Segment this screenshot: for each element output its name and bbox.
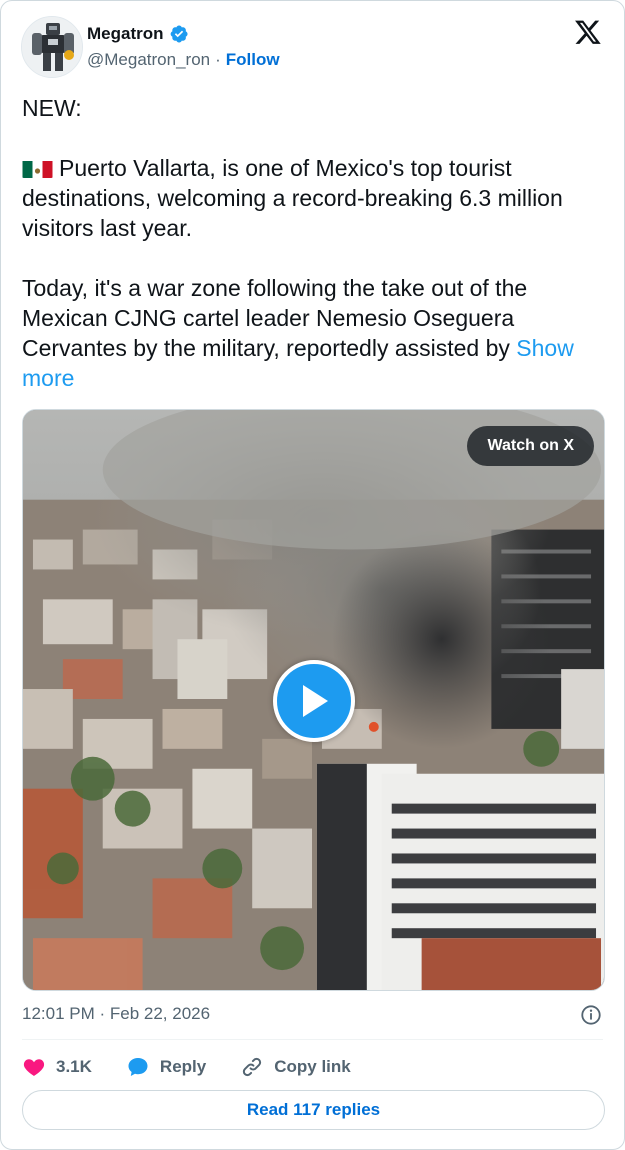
verified-badge-icon xyxy=(169,24,189,44)
display-name[interactable]: Megatron xyxy=(87,24,164,44)
follow-button[interactable]: Follow xyxy=(226,50,280,70)
reply-label: Reply xyxy=(159,1057,207,1076)
copy-link-label: Copy link xyxy=(274,1057,351,1076)
read-replies-button[interactable]: Read 117 replies xyxy=(22,1090,605,1130)
play-button[interactable] xyxy=(273,660,355,742)
tweet-line-new: NEW: xyxy=(22,95,82,121)
handle-row: @Megatron_ron · Follow xyxy=(87,50,280,70)
action-bar: 3.1K Reply Copy link xyxy=(22,1051,351,1083)
copy-link-button[interactable]: Copy link xyxy=(240,1055,351,1079)
avatar-image xyxy=(22,17,82,77)
info-icon[interactable] xyxy=(580,1004,602,1026)
mexico-flag-icon xyxy=(22,158,53,178)
tweet-header: Megatron @Megatron_ron · Follow xyxy=(21,16,606,78)
avatar[interactable] xyxy=(21,16,83,78)
link-icon xyxy=(243,1057,262,1077)
tweet-paragraph-3-text: Today, it's a war zone following the tak… xyxy=(22,275,528,361)
likes-count: 3.1K xyxy=(56,1057,92,1076)
separator-dot: · xyxy=(215,50,221,69)
video-media[interactable]: Watch on X xyxy=(22,409,605,991)
tweet-text: NEW: Puerto Vallarta, is one of Mexico's… xyxy=(22,93,607,393)
handle[interactable]: @Megatron_ron xyxy=(87,50,210,70)
play-icon xyxy=(303,685,328,717)
heart-icon xyxy=(23,1059,45,1076)
like-button[interactable]: 3.1K xyxy=(22,1055,92,1079)
tweet-paragraph-3: Today, it's a war zone following the tak… xyxy=(22,273,607,393)
watch-on-x-button[interactable]: Watch on X xyxy=(467,426,594,466)
reply-bubble-icon xyxy=(128,1058,148,1076)
reply-button[interactable]: Reply xyxy=(126,1055,206,1079)
x-logo-icon[interactable] xyxy=(574,18,602,46)
tweet-paragraph-2: Puerto Vallarta, is one of Mexico's top … xyxy=(22,153,607,243)
tweet-card: Megatron @Megatron_ron · Follow NEW: Pue… xyxy=(0,0,625,1150)
divider xyxy=(22,1039,603,1040)
name-row: Megatron xyxy=(87,24,189,44)
timestamp[interactable]: 12:01 PM · Feb 22, 2026 xyxy=(22,1004,210,1024)
tweet-paragraph-2-text: Puerto Vallarta, is one of Mexico's top … xyxy=(22,155,563,241)
